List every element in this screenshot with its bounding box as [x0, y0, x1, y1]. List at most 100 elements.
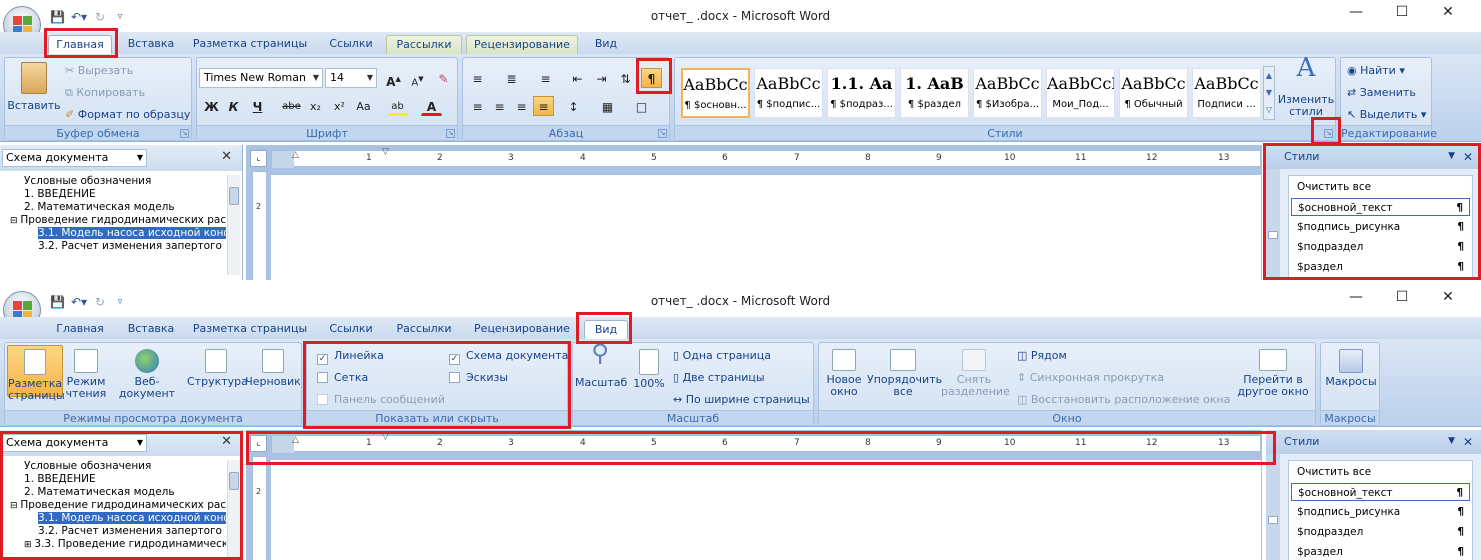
two-pages-button[interactable]: ▯ Две страницы	[673, 369, 765, 387]
close-icon[interactable]: ✕	[1425, 289, 1471, 305]
minimize-icon[interactable]: —	[1333, 289, 1379, 305]
tree-item[interactable]: Условные обозначения	[0, 175, 226, 188]
document-page[interactable]	[271, 175, 1261, 280]
docmap-scrollbar[interactable]	[227, 175, 240, 275]
pane-splitter[interactable]	[1266, 454, 1280, 560]
scroll-thumb[interactable]	[229, 187, 239, 205]
change-case-button[interactable]: Aa	[353, 96, 374, 116]
collapse-icon[interactable]: ⊟	[10, 501, 20, 511]
bold-button[interactable]: Ж	[201, 96, 222, 116]
expand-icon[interactable]: ⊞	[24, 540, 34, 550]
clear-all-item[interactable]: Очистить все	[1291, 463, 1470, 481]
tab-insert[interactable]: Вставка	[122, 320, 180, 339]
tree-item[interactable]: 3.2. Расчет изменения запертого объ	[0, 525, 226, 538]
web-layout-button[interactable]: Веб-документ	[109, 347, 185, 400]
style-list-item[interactable]: $основной_текст ¶	[1291, 198, 1470, 216]
tree-item-selected[interactable]: 3.1. Модель насоса исходной конфиг	[0, 512, 226, 525]
select-button[interactable]: ↖ Выделить ▾	[1347, 106, 1426, 124]
tab-view[interactable]: Вид	[584, 320, 628, 339]
tree-item-selected[interactable]: 3.1. Модель насоса исходной конфиг	[0, 227, 226, 240]
replace-button[interactable]: ⇄ Заменить	[1347, 84, 1416, 102]
tab-selector[interactable]: ⌞	[250, 435, 267, 452]
first-line-indent-icon[interactable]: ▽	[382, 147, 389, 157]
cut-button[interactable]: ✂ Вырезать	[65, 62, 133, 80]
docmap-scrollbar[interactable]	[227, 460, 240, 560]
borders-icon[interactable]: □	[631, 96, 652, 116]
splitter-handle[interactable]	[1268, 516, 1278, 524]
style-tile[interactable]: AaBbCc ¶ $подпис...	[754, 68, 823, 118]
arrange-all-button[interactable]: Упорядочить все	[867, 347, 942, 398]
document-page[interactable]	[271, 460, 1261, 560]
grow-font-button[interactable]: A▲	[383, 68, 404, 89]
clear-all-item[interactable]: Очистить все	[1291, 178, 1470, 196]
tree-item[interactable]: 1. ВВЕДЕНИЕ	[0, 473, 226, 486]
tab-insert[interactable]: Вставка	[122, 35, 180, 54]
bullets-icon[interactable]: ≡	[467, 68, 488, 88]
tab-review[interactable]: Рецензирование	[466, 320, 578, 339]
align-right-icon[interactable]: ≡	[511, 96, 532, 116]
page-width-button[interactable]: ↔ По ширине страницы	[673, 391, 810, 409]
pane-options-icon[interactable]: ▼	[1448, 151, 1455, 161]
clipboard-launcher-icon[interactable]: ↘	[180, 129, 189, 138]
style-list-item[interactable]: $раздел ¶	[1291, 258, 1470, 276]
scroll-thumb[interactable]	[229, 472, 239, 490]
style-tile[interactable]: AaBbCc Подписи ...	[1192, 68, 1261, 118]
tree-item[interactable]: 2. Математическая модель	[0, 486, 226, 499]
tab-references[interactable]: Ссылки	[320, 35, 382, 54]
tree-item[interactable]: 2. Математическая модель	[0, 201, 226, 214]
close-icon[interactable]: ✕	[221, 434, 232, 449]
style-tile[interactable]: AaBbCc ¶ $основн...	[681, 68, 750, 118]
copy-button[interactable]: ⧉ Копировать	[65, 84, 145, 102]
grid-checkbox[interactable]: Сетка	[317, 369, 368, 387]
style-tile[interactable]: 1.1. Aa ¶ $подраз...	[827, 68, 896, 118]
style-tile[interactable]: AaBbCc ¶ Обычный	[1119, 68, 1188, 118]
tab-page-layout[interactable]: Разметка страницы	[190, 35, 310, 54]
switch-windows-button[interactable]: Перейти в другое окно	[1233, 347, 1313, 398]
style-tile[interactable]: 1. AaB ¶ $раздел	[900, 68, 969, 118]
style-list-item[interactable]: $подраздел ¶	[1291, 523, 1470, 541]
shading-icon[interactable]: ▦	[597, 96, 618, 116]
tree-item[interactable]: ⊟ Проведение гидродинамических расчёт	[0, 499, 226, 512]
horizontal-ruler[interactable]: △ ▽ 1 2 3 4 5 6 7 8 9 10 11 12 13	[271, 432, 1261, 453]
tree-item[interactable]: 3.2. Расчет изменения запертого объ	[0, 240, 226, 253]
maximize-icon[interactable]: ☐	[1379, 4, 1425, 20]
document-map-checkbox[interactable]: ✓ Схема документа	[449, 347, 568, 365]
strikethrough-button[interactable]: abe	[281, 96, 302, 116]
style-tile[interactable]: AaBbCc ¶ $Изобра...	[973, 68, 1042, 118]
indent-marker-icon[interactable]: △	[292, 435, 299, 445]
align-center-icon[interactable]: ≡	[489, 96, 510, 116]
maximize-icon[interactable]: ☐	[1379, 289, 1425, 305]
font-size-combo[interactable]: 14 ▼	[325, 68, 377, 88]
zoom-button[interactable]: ⚲ Масштаб	[575, 341, 627, 389]
outline-button[interactable]: Структура	[187, 347, 248, 388]
tab-home[interactable]: Главная	[48, 35, 112, 54]
page-layout-button[interactable]: Разметка страницы	[7, 345, 65, 402]
close-icon[interactable]: ✕	[1463, 435, 1473, 449]
tab-view[interactable]: Вид	[584, 35, 628, 54]
find-button[interactable]: ◉ Найти ▾	[1347, 62, 1405, 80]
pane-options-icon[interactable]: ▼	[1448, 436, 1455, 446]
one-page-button[interactable]: ▯ Одна страница	[673, 347, 771, 365]
tab-home[interactable]: Главная	[48, 320, 112, 339]
ruler-checkbox[interactable]: ✓ Линейка	[317, 347, 384, 365]
close-icon[interactable]: ✕	[1425, 4, 1471, 20]
style-list-item[interactable]: $подраздел ¶	[1291, 238, 1470, 256]
justify-icon[interactable]: ≡	[533, 96, 554, 116]
subscript-button[interactable]: x₂	[305, 96, 326, 116]
reading-mode-button[interactable]: Режим чтения	[65, 347, 107, 400]
close-icon[interactable]: ✕	[221, 149, 232, 164]
paste-button[interactable]: Вставить	[7, 60, 61, 112]
font-name-combo[interactable]: Times New Roman ▼	[199, 68, 323, 88]
pane-dropdown[interactable]: Схема документа ▼	[2, 434, 147, 452]
show-formatting-marks-button[interactable]: ¶	[641, 68, 662, 88]
close-icon[interactable]: ✕	[1463, 150, 1473, 164]
vertical-ruler[interactable]: 2	[252, 456, 267, 560]
macros-button[interactable]: Макросы	[1323, 347, 1379, 388]
view-side-by-side-button[interactable]: ◫ Рядом	[1017, 347, 1067, 365]
first-line-indent-icon[interactable]: ▽	[382, 432, 389, 442]
paragraph-launcher-icon[interactable]: ↘	[658, 129, 667, 138]
styles-launcher-icon[interactable]: ↘	[1324, 129, 1333, 138]
tab-review[interactable]: Рецензирование	[466, 35, 578, 54]
tree-item[interactable]: ⊟ Проведение гидродинамических расчёт	[0, 214, 226, 227]
underline-button[interactable]: Ч	[247, 96, 268, 116]
